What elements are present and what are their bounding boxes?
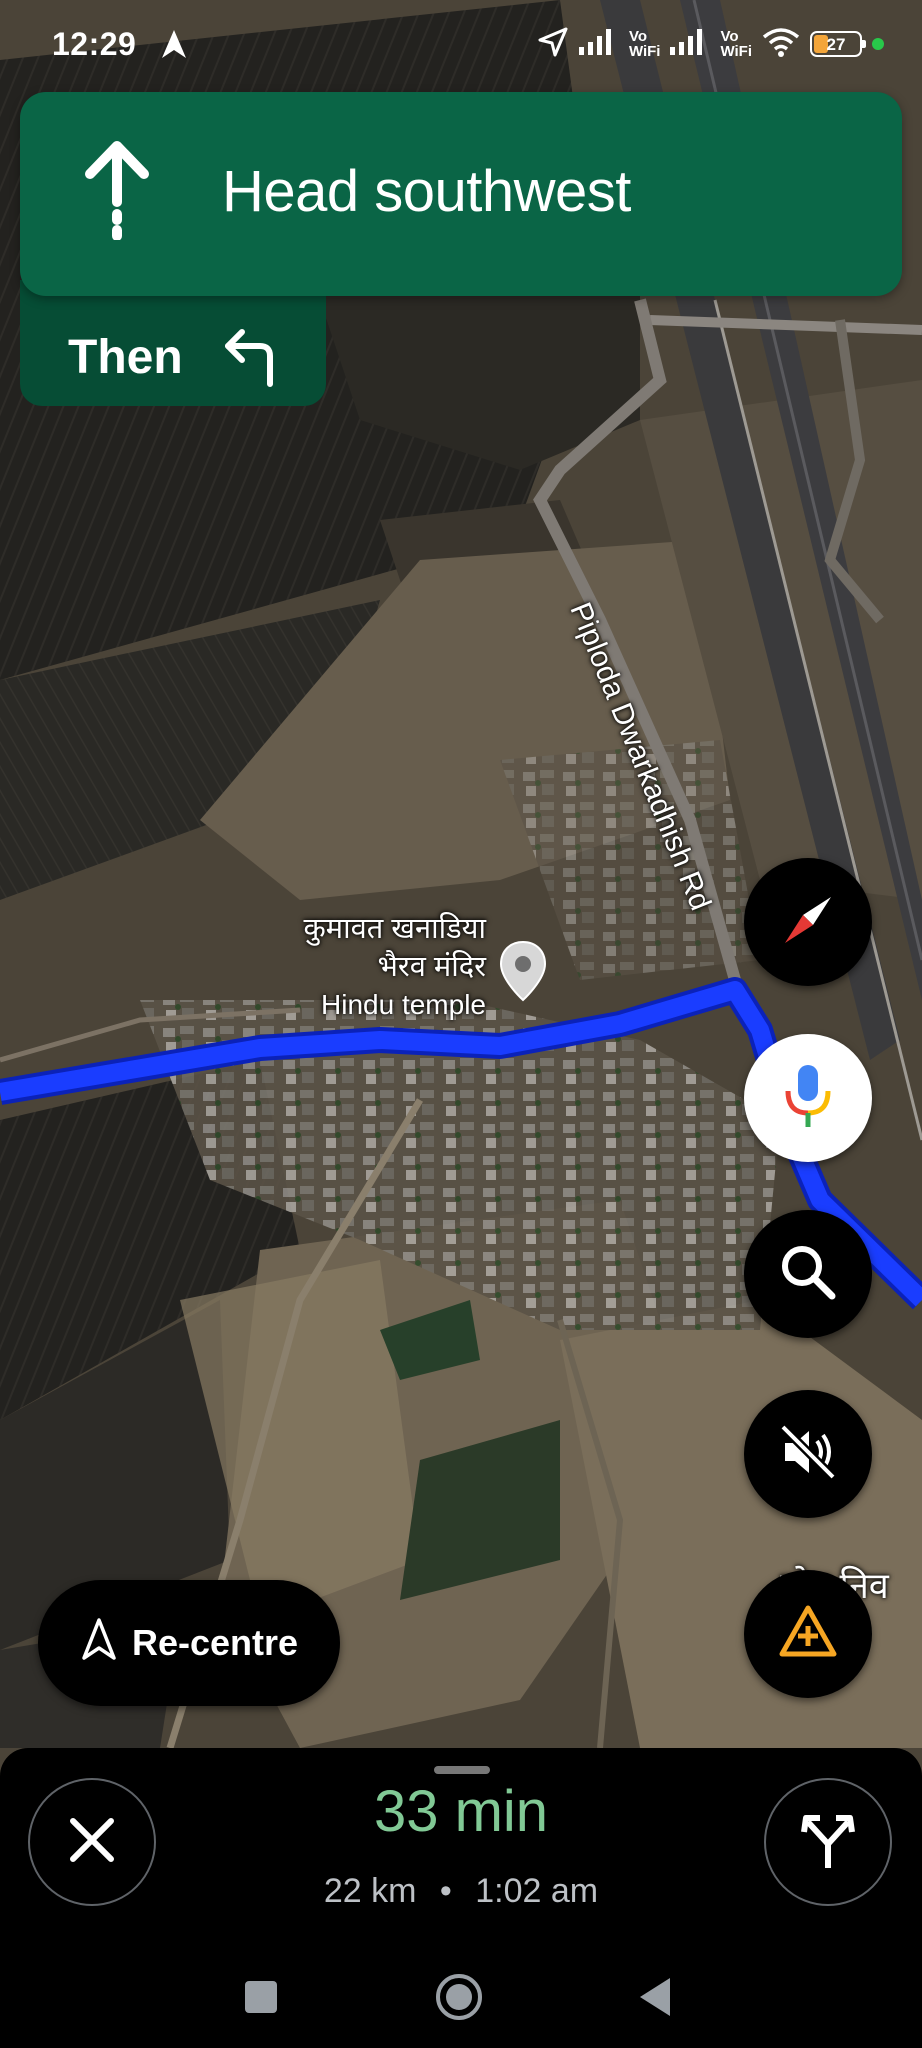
report-incident-icon bbox=[776, 1602, 840, 1667]
back-button[interactable] bbox=[632, 1972, 682, 2022]
navigation-arrow-icon bbox=[80, 1617, 118, 1670]
head-straight-arrow-icon bbox=[82, 140, 152, 245]
volte-label-bottom: WiFi bbox=[628, 43, 661, 60]
navigation-arrow-icon bbox=[160, 28, 188, 65]
status-bar: 12:29 Vo WiFi Vo WiFi 27 bbox=[0, 0, 922, 92]
battery-level: 27 bbox=[826, 35, 846, 54]
voice-search-button[interactable] bbox=[744, 1034, 872, 1162]
fork-routes-icon bbox=[796, 1808, 860, 1877]
compass-icon bbox=[773, 885, 843, 960]
poi-type: Hindu temple bbox=[321, 989, 486, 1020]
then-label: Then bbox=[68, 331, 183, 384]
system-navigation-bar bbox=[0, 1940, 922, 2048]
report-incident-button[interactable] bbox=[744, 1570, 872, 1698]
navigation-instruction-card[interactable]: Head southwest bbox=[20, 92, 902, 296]
poi-name-line2: भैरव मंदिर bbox=[377, 951, 486, 983]
wifi-icon bbox=[762, 27, 800, 62]
search-button[interactable] bbox=[744, 1210, 872, 1338]
signal-icon bbox=[670, 28, 710, 60]
arrival-time: 1:02 am bbox=[475, 1872, 599, 1910]
recentre-button[interactable]: Re-centre bbox=[38, 1580, 340, 1706]
poi-name-line1: कुमावत खनाडिया bbox=[303, 913, 486, 945]
volte-label-top: Vo bbox=[628, 28, 647, 45]
status-time: 12:29 bbox=[52, 26, 137, 62]
drag-handle[interactable] bbox=[434, 1766, 490, 1774]
turn-left-icon bbox=[216, 326, 278, 393]
recentre-label: Re-centre bbox=[131, 1622, 299, 1663]
recent-apps-button[interactable] bbox=[236, 1972, 286, 2022]
poi-label[interactable]: कुमावत खनाडिया भैरव मंदिर Hindu temple bbox=[266, 910, 486, 1024]
battery-icon: 27 bbox=[810, 31, 866, 57]
search-icon bbox=[776, 1240, 840, 1309]
trip-distance: 22 km bbox=[323, 1872, 417, 1910]
navigation-instruction: Head southwest bbox=[222, 159, 631, 224]
separator: • bbox=[439, 1872, 452, 1910]
compass-button[interactable] bbox=[744, 858, 872, 986]
home-button[interactable] bbox=[434, 1972, 484, 2022]
mute-icon bbox=[775, 1419, 841, 1490]
volte-label-top: Vo bbox=[720, 28, 739, 45]
volte-label-bottom: WiFi bbox=[720, 43, 752, 60]
alternate-routes-button[interactable] bbox=[764, 1778, 892, 1906]
privacy-indicator bbox=[872, 38, 884, 50]
signal-icon bbox=[578, 28, 619, 60]
next-turn-card[interactable]: Then bbox=[20, 280, 326, 406]
mute-button[interactable] bbox=[744, 1390, 872, 1518]
location-arrow-icon bbox=[537, 26, 569, 63]
microphone-icon bbox=[778, 1061, 838, 1136]
